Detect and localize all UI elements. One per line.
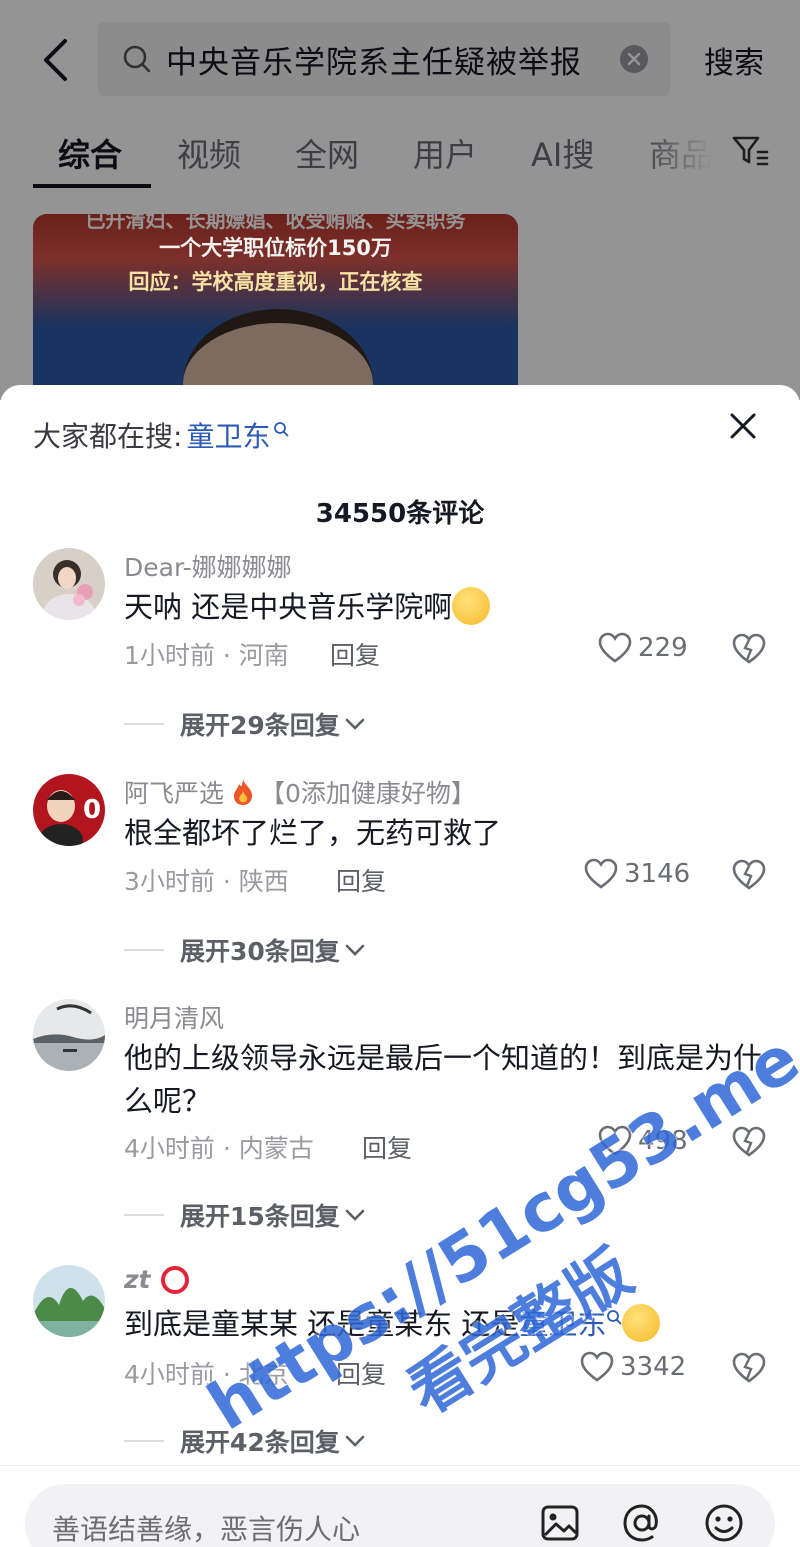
like-count: 3146 (624, 859, 691, 889)
hot-search-term[interactable]: 童卫东 (186, 415, 270, 455)
expand-replies-label: 展开15条回复 (180, 1202, 340, 1231)
comment-username[interactable]: Dear-娜娜娜娜 (124, 548, 292, 584)
divider (124, 949, 164, 951)
comment-time-location: 3小时前 · 陕西 (124, 867, 289, 896)
like-button[interactable]: 3342 (580, 1351, 686, 1383)
expand-replies-button[interactable]: 展开15条回复 (124, 1197, 366, 1233)
card-caption-line1: 一个大学职位标价150万 (159, 236, 392, 260)
chevron-down-icon (345, 1209, 365, 1221)
fire-icon (234, 779, 253, 805)
comment-input-placeholder: 善语结善缘，恶言伤人心 (52, 1513, 361, 1546)
expand-replies-button[interactable]: 展开29条回复 (124, 706, 366, 742)
card-caption-layer: 一个大学职位标价150万 回应：学校高度重视，正在核查 (33, 214, 518, 384)
avatar[interactable] (33, 999, 105, 1071)
svg-text:0: 0 (83, 795, 101, 825)
comment-text: 根全都坏了烂了，无药可救了 (124, 816, 502, 850)
expand-replies-label: 展开30条回复 (180, 937, 340, 966)
reply-button[interactable]: 回复 (330, 636, 380, 672)
expand-replies-label: 展开29条回复 (180, 711, 340, 740)
broken-heart-icon[interactable] (732, 632, 766, 666)
comment-count: 34550条评论 (315, 499, 485, 529)
like-count: 229 (638, 633, 688, 663)
divider (124, 723, 164, 725)
avatar[interactable]: 0 (33, 774, 105, 846)
emoji-icon[interactable] (703, 1502, 745, 1544)
at-mention-icon[interactable] (621, 1502, 663, 1544)
username-text: 阿飞严选 (124, 779, 225, 808)
comment-text: 天呐 还是中央音乐学院啊 (124, 586, 764, 629)
divider (124, 1214, 164, 1216)
image-icon[interactable] (539, 1502, 581, 1544)
comment-time-location: 4小时前 · 内蒙古 (124, 1134, 314, 1163)
expand-replies-button[interactable]: 展开30条回复 (124, 932, 366, 968)
avatar[interactable] (33, 548, 105, 620)
avatar[interactable] (33, 1265, 105, 1337)
comment-username[interactable]: zt (124, 1265, 189, 1294)
reply-button[interactable]: 回复 (336, 862, 386, 898)
comment-text-content: 天呐 还是中央音乐学院啊 (124, 590, 453, 624)
divider (124, 1440, 164, 1442)
heart-icon (580, 1351, 614, 1382)
hot-search: 大家都在搜: 童卫东 (33, 415, 289, 455)
reply-button[interactable]: 回复 (362, 1129, 412, 1165)
broken-heart-icon[interactable] (732, 1351, 766, 1385)
search-icon (274, 422, 289, 437)
pleading-emoji-icon (452, 587, 491, 625)
username-suffix: 【0添加健康好物】 (260, 779, 476, 808)
chevron-down-icon (345, 944, 365, 956)
like-button[interactable]: 3146 (584, 858, 690, 890)
card-caption-line2: 回应：学校高度重视，正在核查 (128, 270, 423, 294)
broken-heart-icon[interactable] (732, 858, 766, 892)
close-icon[interactable] (726, 409, 760, 443)
hot-search-label: 大家都在搜: (33, 420, 183, 453)
comment-username[interactable]: 明月清风 (124, 999, 224, 1035)
comment-input[interactable]: 善语结善缘，恶言伤人心 (25, 1484, 775, 1547)
username-text: zt (124, 1265, 151, 1294)
chevron-down-icon (345, 1435, 365, 1447)
comment-input-bar: 善语结善缘，恶言伤人心 (0, 1465, 800, 1547)
heart-icon (598, 632, 632, 663)
chevron-down-icon (345, 718, 365, 730)
like-button[interactable]: 229 (598, 632, 688, 664)
comment-username[interactable]: 阿飞严选 【0添加健康好物】 (124, 774, 476, 810)
comment-time-location: 1小时前 · 河南 (124, 641, 289, 670)
red-circle-icon (160, 1265, 189, 1294)
heart-icon (584, 858, 618, 889)
like-count: 3342 (620, 1352, 687, 1382)
